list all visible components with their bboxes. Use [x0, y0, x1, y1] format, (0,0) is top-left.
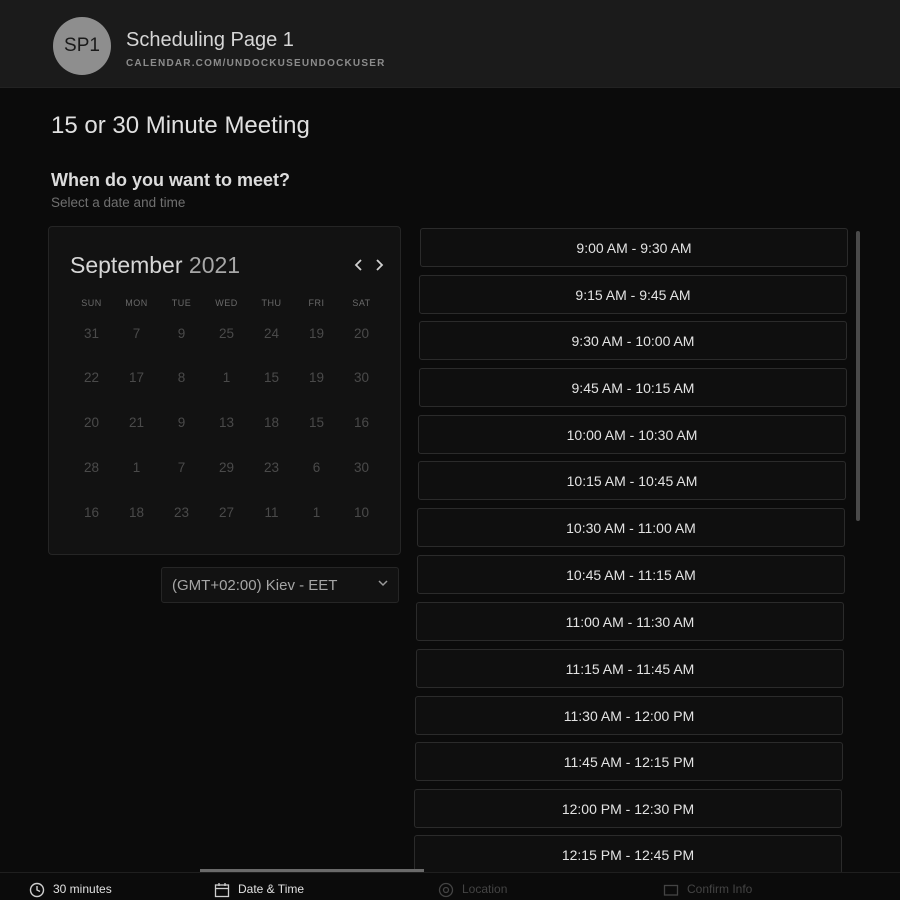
- calendar-day: 24: [263, 326, 280, 341]
- calendar-day: 29: [218, 460, 235, 475]
- calendar-day: 11: [264, 505, 279, 520]
- calendar-week: 28 1 7 29 23 6 30: [69, 460, 384, 475]
- timezone-label: (GMT+02:00) Kiev - EET: [172, 577, 338, 594]
- calendar-day: 9: [177, 326, 186, 341]
- scheduling-page-url[interactable]: CALENDAR.COM/UNDOCKUSEUNDOCKUSER: [126, 58, 386, 69]
- weekday-label: SUN: [81, 298, 102, 308]
- calendar-day: 15: [263, 370, 280, 385]
- calendar-day: 1: [132, 460, 141, 475]
- calendar-week: 16 18 23 27 11 1 10: [69, 505, 384, 520]
- calendar-day: 10: [353, 505, 370, 520]
- time-slot[interactable]: 11:45 AM - 12:15 PM: [415, 742, 843, 781]
- weekday-label: THU: [261, 298, 282, 308]
- calendar-day: 13: [218, 415, 235, 430]
- page-header: SP1 Scheduling Page 1 CALENDAR.COM/UNDOC…: [0, 0, 900, 88]
- calendar-day: 15: [308, 415, 325, 430]
- calendar-day: 19: [308, 326, 325, 341]
- calendar-day: 20: [353, 326, 370, 341]
- calendar-day: 7: [132, 326, 141, 341]
- calendar-day: 27: [218, 505, 235, 520]
- timezone-select[interactable]: (GMT+02:00) Kiev - EET: [161, 567, 399, 603]
- calendar-day: 16: [353, 415, 370, 430]
- step-label: Date & Time: [238, 882, 305, 896]
- step-label: Location: [462, 882, 508, 896]
- calendar: September 2021 SUN MON TUE WED THU FRI S…: [48, 226, 401, 555]
- previous-month-button[interactable]: [349, 251, 369, 279]
- time-slot[interactable]: 9:30 AM - 10:00 AM: [419, 321, 847, 360]
- step-label: 30 minutes: [53, 882, 112, 896]
- time-slot[interactable]: 10:00 AM - 10:30 AM: [418, 415, 846, 454]
- time-slot[interactable]: 12:15 PM - 12:45 PM: [414, 835, 842, 873]
- scheduling-page: SP1 Scheduling Page 1 CALENDAR.COM/UNDOC…: [0, 0, 900, 900]
- calendar-day: 1: [222, 370, 231, 385]
- calendar-icon: [214, 882, 230, 900]
- time-slot[interactable]: 11:00 AM - 11:30 AM: [416, 602, 844, 641]
- scrollbar[interactable]: [856, 231, 860, 521]
- calendar-day: 23: [263, 460, 280, 475]
- card-icon: [663, 882, 679, 900]
- time-slot-list[interactable]: 9:00 AM - 9:30 AM 9:15 AM - 9:45 AM 9:30…: [414, 228, 854, 873]
- location-icon: [438, 882, 454, 900]
- meeting-title: 15 or 30 Minute Meeting: [51, 112, 310, 139]
- time-slot[interactable]: 9:45 AM - 10:15 AM: [419, 368, 847, 407]
- scheduling-page-title: Scheduling Page 1: [126, 29, 294, 51]
- time-slot[interactable]: 9:00 AM - 9:30 AM: [420, 228, 848, 267]
- time-slot[interactable]: 11:30 AM - 12:00 PM: [415, 696, 843, 735]
- avatar: SP1: [53, 17, 111, 75]
- calendar-day: 25: [218, 326, 235, 341]
- calendar-day: 23: [173, 505, 190, 520]
- calendar-day: 28: [83, 460, 100, 475]
- calendar-day: 6: [312, 460, 321, 475]
- time-slot[interactable]: 10:30 AM - 11:00 AM: [417, 508, 845, 547]
- calendar-week: 31 7 9 25 24 19 20: [69, 326, 384, 341]
- next-month-button[interactable]: [369, 251, 389, 279]
- calendar-day: 18: [263, 415, 280, 430]
- calendar-day: 8: [177, 370, 186, 385]
- calendar-day: 31: [83, 326, 100, 341]
- chevron-right-icon: [376, 259, 384, 271]
- weekday-label: TUE: [171, 298, 192, 308]
- chevron-down-icon: [377, 577, 389, 592]
- time-slot[interactable]: 10:15 AM - 10:45 AM: [418, 461, 846, 500]
- calendar-week: 22 17 8 1 15 19 30: [69, 370, 384, 385]
- meet-question: When do you want to meet?: [51, 170, 290, 190]
- step-location[interactable]: Location: [438, 882, 507, 900]
- weekday-label: WED: [215, 298, 238, 308]
- calendar-year: 2021: [188, 252, 241, 278]
- meet-subtitle: Select a date and time: [51, 195, 186, 210]
- step-duration[interactable]: 30 minutes: [29, 882, 112, 900]
- calendar-month-year: September 2021: [70, 252, 240, 279]
- calendar-week: 20 21 9 13 18 15 16: [69, 415, 384, 430]
- calendar-day: 7: [177, 460, 186, 475]
- weekday-label: SAT: [352, 298, 371, 308]
- calendar-day: 1: [312, 505, 321, 520]
- step-date-time[interactable]: Date & Time: [214, 882, 304, 900]
- calendar-day: 17: [128, 370, 145, 385]
- weekday-header: SUN MON TUE WED THU FRI SAT: [69, 298, 384, 308]
- calendar-day: 19: [308, 370, 325, 385]
- weekday-label: FRI: [308, 298, 325, 308]
- weekday-label: MON: [125, 298, 148, 308]
- time-slot[interactable]: 12:00 PM - 12:30 PM: [414, 789, 842, 828]
- calendar-day: 21: [128, 415, 145, 430]
- calendar-day: 22: [83, 370, 100, 385]
- calendar-day: 30: [353, 370, 370, 385]
- time-slot[interactable]: 11:15 AM - 11:45 AM: [416, 649, 844, 688]
- step-footer: 30 minutes Date & Time Location Confirm …: [0, 872, 900, 900]
- calendar-month: September: [70, 252, 183, 278]
- chevron-left-icon: [354, 259, 362, 271]
- calendar-day: 30: [353, 460, 370, 475]
- time-slot[interactable]: 10:45 AM - 11:15 AM: [417, 555, 845, 594]
- calendar-day: 20: [83, 415, 100, 430]
- calendar-day: 9: [177, 415, 186, 430]
- calendar-day: 18: [128, 505, 145, 520]
- clock-icon: [29, 882, 45, 900]
- step-label: Confirm Info: [687, 882, 753, 896]
- calendar-day: 16: [83, 505, 100, 520]
- time-slot[interactable]: 9:15 AM - 9:45 AM: [419, 275, 847, 314]
- step-confirm-info[interactable]: Confirm Info: [663, 882, 752, 900]
